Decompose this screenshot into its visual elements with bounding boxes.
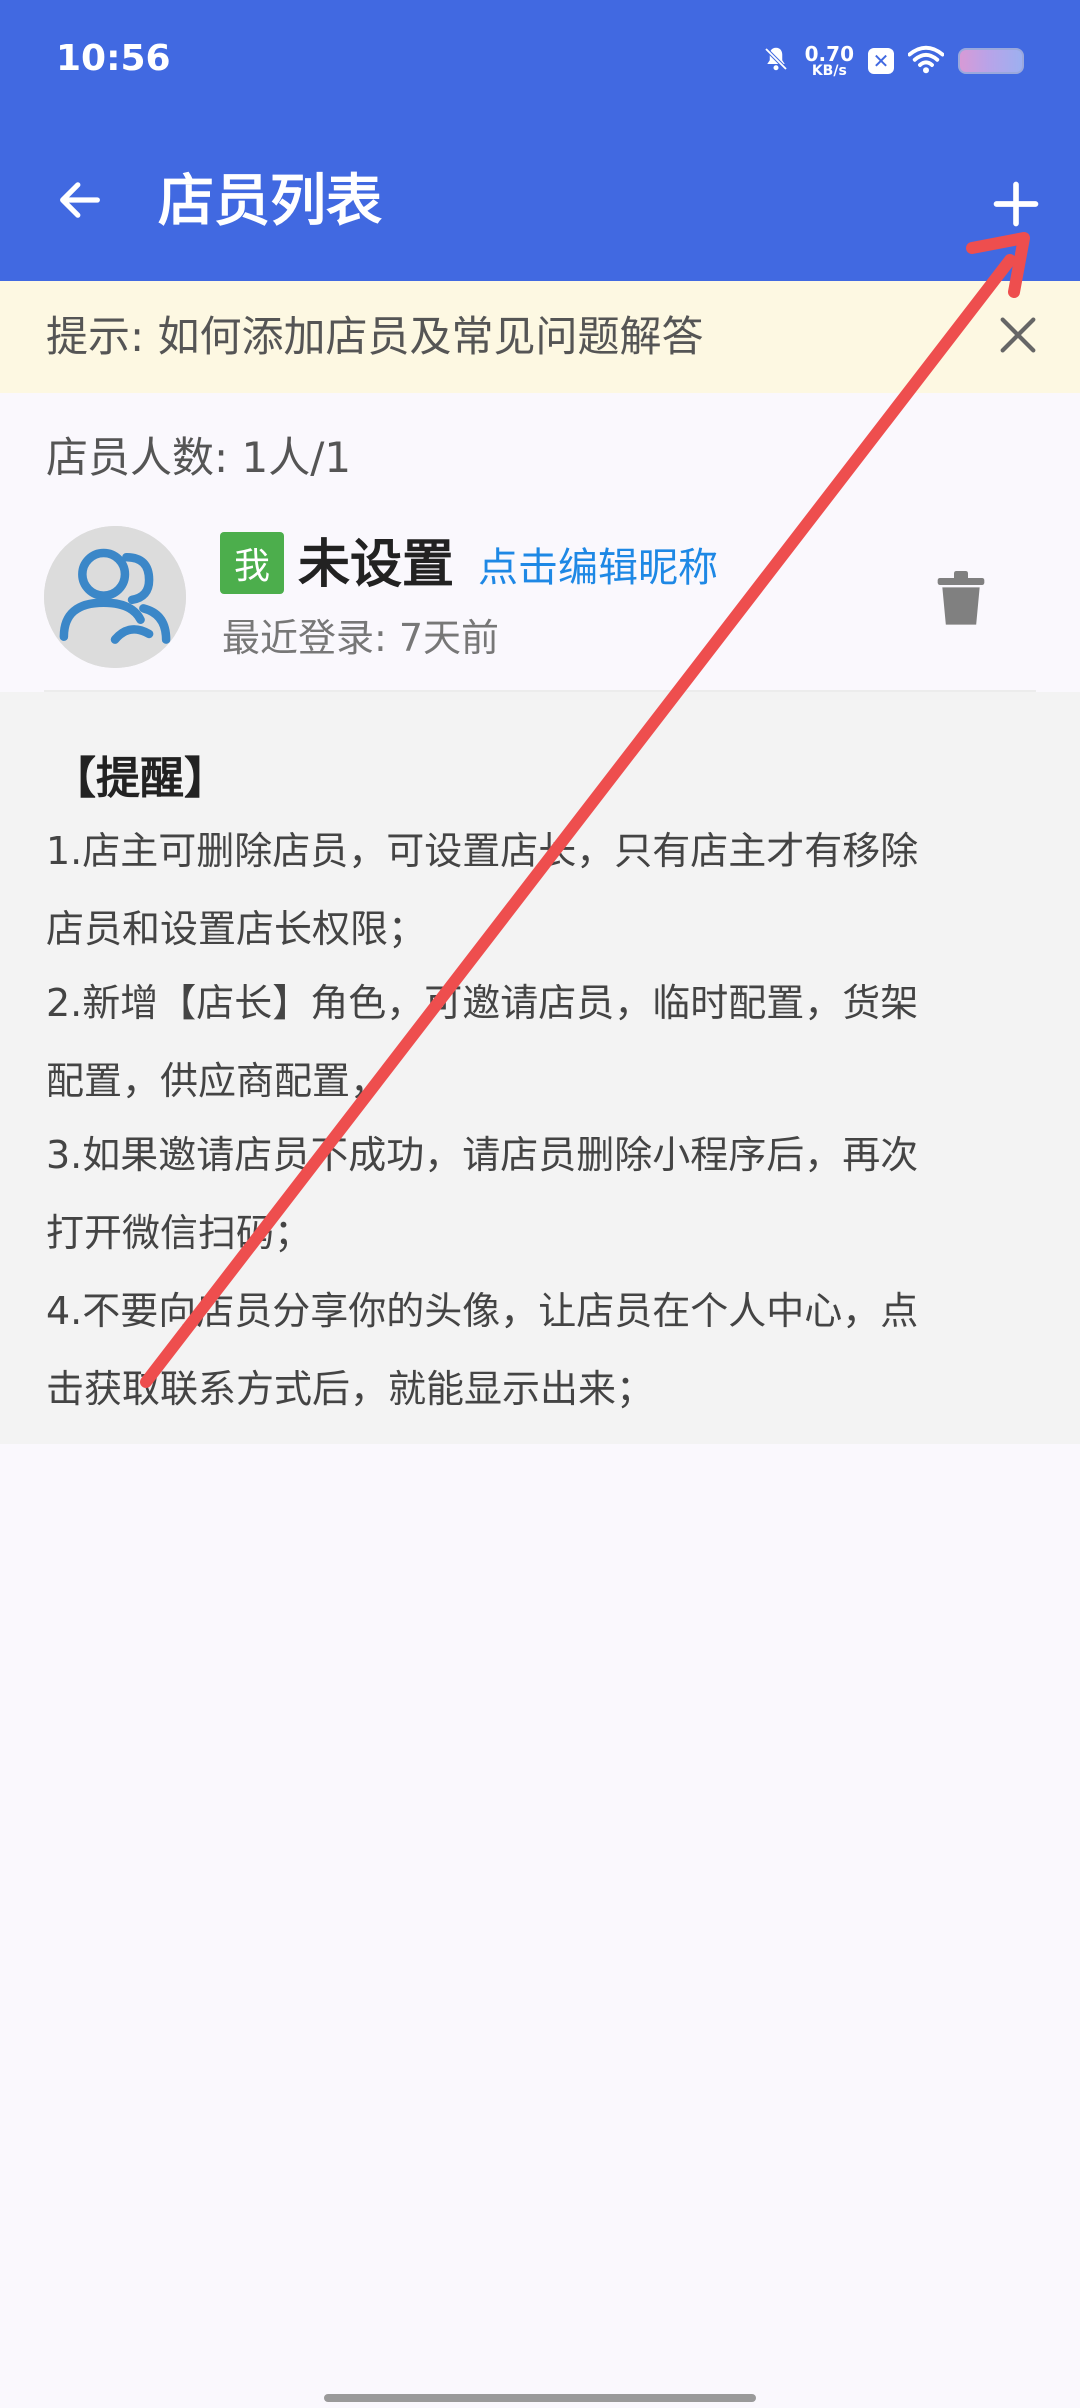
x-badge-icon: ✕: [868, 48, 894, 74]
page-title: 店员列表: [158, 169, 382, 234]
bell-off-icon: [761, 44, 791, 78]
reminder-line: 1.店主可删除店员，可设置店长，只有店主才有移除: [46, 829, 919, 873]
net-speed: 0.70 KB/s: [805, 44, 854, 78]
back-button[interactable]: [40, 162, 120, 242]
reminder-line: 打开微信扫码；: [46, 1211, 313, 1255]
battery-icon: [958, 48, 1024, 74]
status-bar: 10:56 0.70 KB/s ✕: [0, 0, 1080, 126]
app-bar: 店员列表: [0, 126, 1080, 281]
wifi-icon: [907, 44, 945, 78]
status-icons: 0.70 KB/s ✕: [761, 36, 1024, 86]
reminder-line: 2.新增【店长】角色，可邀请店员，临时配置，货架: [46, 981, 919, 1025]
net-speed-unit: KB/s: [811, 63, 847, 79]
user-group-avatar-icon: [44, 526, 186, 668]
reminder-section: 【提醒】 1.店主可删除店员，可设置店长，只有店主才有移除 店员和设置店长权限；…: [0, 692, 1080, 1444]
delete-staff-button[interactable]: [916, 556, 1006, 646]
trash-icon: [937, 571, 985, 631]
add-staff-button[interactable]: [968, 158, 1064, 254]
staff-count: 店员人数: 1人/1: [46, 433, 352, 482]
reminder-line: 3.如果邀请店员不成功，请店员删除小程序后，再次: [46, 1133, 919, 1177]
reminder-line: 店员和设置店长权限；: [46, 907, 427, 951]
tip-close-button[interactable]: [978, 297, 1058, 377]
net-speed-value: 0.70: [804, 42, 854, 66]
tip-text[interactable]: 提示: 如何添加店员及常见问题解答: [46, 311, 704, 363]
reminder-line: 4.不要向店员分享你的头像，让店员在个人中心，点: [46, 1289, 919, 1333]
reminder-title: 【提醒】: [52, 753, 228, 804]
me-badge: 我: [220, 532, 284, 594]
status-time: 10:56: [56, 38, 171, 79]
arrow-left-icon: [54, 174, 106, 230]
close-icon: [995, 312, 1041, 362]
home-indicator[interactable]: [324, 2394, 756, 2402]
reminder-line: 配置，供应商配置，: [46, 1059, 389, 1103]
staff-row[interactable]: 我 未设置 点击编辑昵称 最近登录: 7天前: [0, 512, 1080, 692]
reminder-line: 击获取联系方式后，就能显示出来；: [46, 1367, 655, 1411]
plus-icon: [990, 178, 1042, 234]
tip-bar[interactable]: 提示: 如何添加店员及常见问题解答: [0, 281, 1080, 393]
edit-nickname-link[interactable]: 点击编辑昵称: [478, 542, 718, 594]
last-login: 最近登录: 7天前: [222, 616, 500, 660]
staff-name: 未设置: [298, 535, 455, 595]
